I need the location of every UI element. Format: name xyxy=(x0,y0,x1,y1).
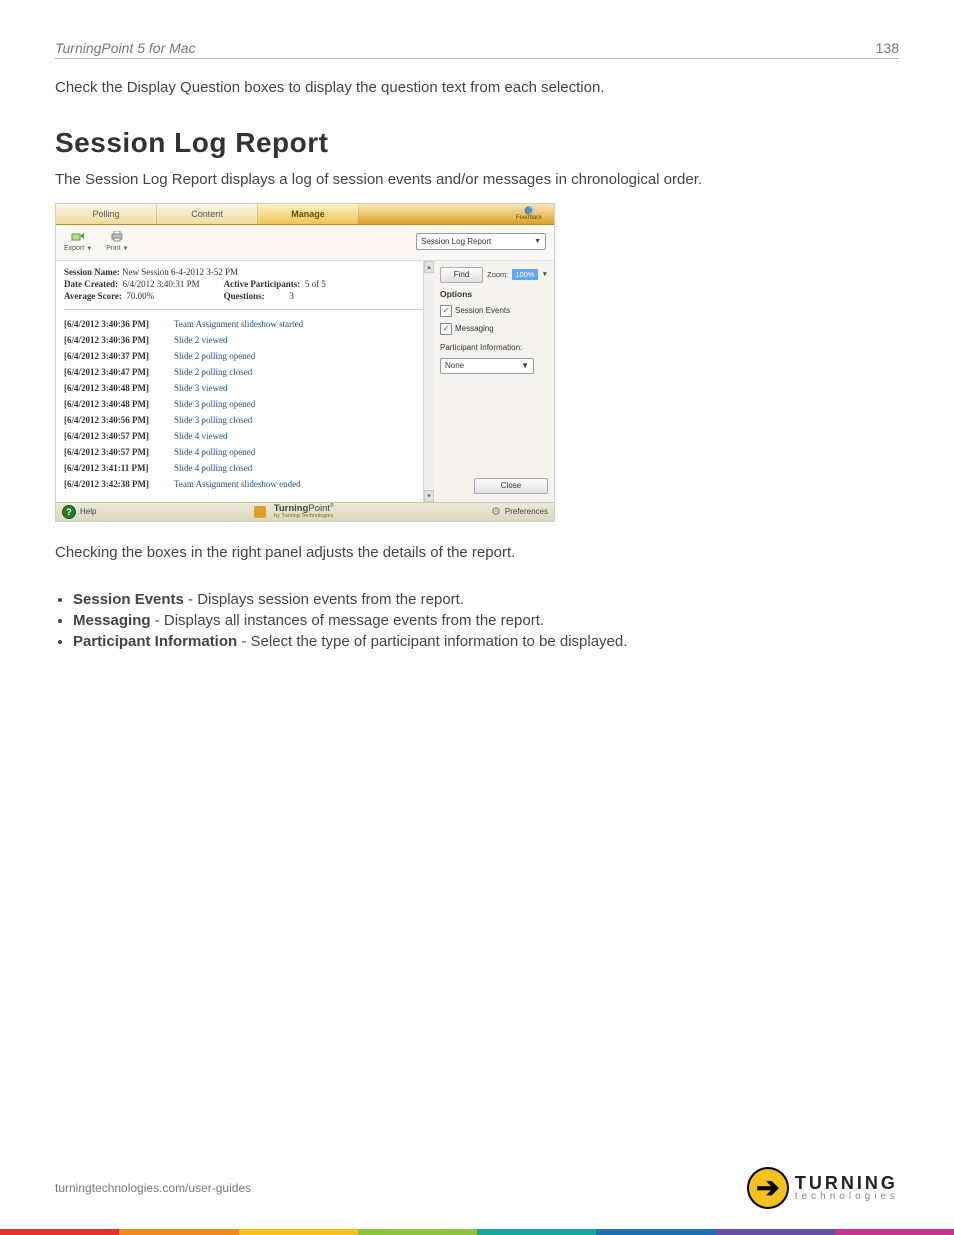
log-timestamp: [6/4/2012 3:40:56 PM] xyxy=(64,415,164,425)
export-icon xyxy=(71,231,85,243)
help-label[interactable]: Help xyxy=(80,507,96,516)
log-row: [6/4/2012 3:40:48 PM] Slide 3 viewed xyxy=(64,380,425,396)
log-timestamp: [6/4/2012 3:40:48 PM] xyxy=(64,383,164,393)
session-log-table: [6/4/2012 3:40:36 PM] Team Assignment sli… xyxy=(64,316,425,492)
log-event: Slide 4 polling closed xyxy=(174,463,252,473)
footer-color-bar xyxy=(0,1229,954,1235)
participant-info-label: Participant Information: xyxy=(440,343,548,352)
log-event: Slide 3 viewed xyxy=(174,383,228,393)
chevron-down-icon: ▼ xyxy=(521,361,529,370)
scroll-up-icon[interactable]: ▴ xyxy=(424,261,434,273)
toolbar: Export▼ Print▼ Session Log Report ▼ xyxy=(56,225,554,261)
globe-icon xyxy=(522,206,536,215)
log-event: Slide 4 polling opened xyxy=(174,447,255,457)
report-main-panel: Session Name: New Session 6-4-2012 3-52 … xyxy=(56,261,434,502)
print-button[interactable]: Print▼ xyxy=(106,231,128,252)
log-event: Slide 2 polling closed xyxy=(174,367,252,377)
session-name-line: Session Name: New Session 6-4-2012 3-52 … xyxy=(64,267,425,277)
messaging-checkbox[interactable]: ✓ xyxy=(440,323,452,335)
log-row: [6/4/2012 3:42:38 PM] Team Assignment sli… xyxy=(64,476,425,492)
footer-url: turningtechnologies.com/user-guides xyxy=(55,1181,251,1195)
footer-logo: ➔ TURNING technologies xyxy=(747,1167,899,1209)
section-description: The Session Log Report displays a log of… xyxy=(55,169,899,191)
help-icon[interactable]: ? xyxy=(62,505,76,519)
zoom-label: Zoom: xyxy=(487,270,508,279)
log-event: Slide 2 viewed xyxy=(174,335,228,345)
export-button[interactable]: Export▼ xyxy=(64,231,92,252)
feedback-button[interactable]: Feedback xyxy=(504,204,554,224)
log-timestamp: [6/4/2012 3:40:36 PM] xyxy=(64,319,164,329)
log-row: [6/4/2012 3:40:36 PM] Team Assignment sli… xyxy=(64,316,425,332)
status-bar: ? Help TurningPoint® by Turning Technolo… xyxy=(56,502,554,521)
intro-paragraph: Check the Display Question boxes to disp… xyxy=(55,77,899,99)
section-heading: Session Log Report xyxy=(55,127,899,159)
log-timestamp: [6/4/2012 3:40:57 PM] xyxy=(64,447,164,457)
log-event: Team Assignment slideshow ended xyxy=(174,479,301,489)
log-event: Slide 3 polling closed xyxy=(174,415,252,425)
log-row: [6/4/2012 3:40:47 PM] Slide 2 polling clo… xyxy=(64,364,425,380)
list-item: Session Events - Displays session events… xyxy=(73,591,899,608)
bullet-desc: - Select the type of participant informa… xyxy=(237,633,627,650)
report-type-dropdown[interactable]: Session Log Report ▼ xyxy=(416,233,546,250)
tab-content[interactable]: Content xyxy=(157,204,258,224)
chevron-down-icon: ▼ xyxy=(123,246,129,252)
options-heading: Options xyxy=(440,289,548,299)
page-number: 138 xyxy=(876,40,899,56)
log-row: [6/4/2012 3:40:36 PM] Slide 2 viewed xyxy=(64,332,425,348)
app-screenshot: Polling Content Manage Feedback Export▼ xyxy=(55,203,555,522)
printer-icon xyxy=(110,231,124,243)
log-event: Slide 4 viewed xyxy=(174,431,228,441)
log-timestamp: [6/4/2012 3:41:11 PM] xyxy=(64,463,164,473)
options-sidebar: Find Zoom: 100% ▼ Options ✓ Session Even… xyxy=(434,261,554,502)
vertical-scrollbar[interactable]: ▴ ▾ xyxy=(423,261,434,502)
chevron-down-icon: ▼ xyxy=(534,238,541,245)
options-bullet-list: Session Events - Displays session events… xyxy=(73,591,899,650)
log-event: Slide 2 polling opened xyxy=(174,351,255,361)
bullet-desc: - Displays all instances of message even… xyxy=(151,612,545,629)
session-events-checkbox-row: ✓ Session Events xyxy=(440,305,548,317)
find-button[interactable]: Find xyxy=(440,267,483,283)
chevron-down-icon: ▼ xyxy=(86,246,92,252)
log-timestamp: [6/4/2012 3:40:57 PM] xyxy=(64,431,164,441)
log-event: Slide 3 polling opened xyxy=(174,399,255,409)
chevron-down-icon[interactable]: ▼ xyxy=(542,271,548,278)
log-row: [6/4/2012 3:40:37 PM] Slide 2 polling ope… xyxy=(64,348,425,364)
bullet-desc: - Displays session events from the repor… xyxy=(184,591,464,608)
after-paragraph: Checking the boxes in the right panel ad… xyxy=(55,542,899,564)
log-row: [6/4/2012 3:40:57 PM] Slide 4 viewed xyxy=(64,428,425,444)
bullet-term: Messaging xyxy=(73,612,151,629)
list-item: Messaging - Displays all instances of me… xyxy=(73,612,899,629)
brand-label: TurningPoint® by Turning Technologies xyxy=(274,504,334,519)
bullet-term: Session Events xyxy=(73,591,184,608)
preferences-link[interactable]: Preferences xyxy=(505,507,548,516)
doc-title: TurningPoint 5 for Mac xyxy=(55,40,196,56)
bullet-term: Participant Information xyxy=(73,633,237,650)
tab-manage[interactable]: Manage xyxy=(258,204,359,224)
gear-icon: ⚙ xyxy=(491,505,501,518)
tab-polling[interactable]: Polling xyxy=(56,204,157,224)
log-timestamp: [6/4/2012 3:40:48 PM] xyxy=(64,399,164,409)
log-event: Team Assignment slideshow started xyxy=(174,319,303,329)
turning-badge-icon: ➔ xyxy=(747,1167,789,1209)
main-tabbar: Polling Content Manage Feedback xyxy=(56,204,554,225)
participant-info-dropdown[interactable]: None ▼ xyxy=(440,358,534,374)
page-footer: turningtechnologies.com/user-guides ➔ TU… xyxy=(55,1167,899,1209)
log-timestamp: [6/4/2012 3:40:47 PM] xyxy=(64,367,164,377)
log-row: [6/4/2012 3:40:56 PM] Slide 3 polling clo… xyxy=(64,412,425,428)
close-button[interactable]: Close xyxy=(474,478,548,494)
list-item: Participant Information - Select the typ… xyxy=(73,633,899,650)
log-timestamp: [6/4/2012 3:40:36 PM] xyxy=(64,335,164,345)
brand-logo-icon xyxy=(254,506,266,518)
log-timestamp: [6/4/2012 3:42:38 PM] xyxy=(64,479,164,489)
zoom-value[interactable]: 100% xyxy=(512,269,537,280)
log-row: [6/4/2012 3:41:11 PM] Slide 4 polling clo… xyxy=(64,460,425,476)
scroll-down-icon[interactable]: ▾ xyxy=(424,490,434,502)
session-events-checkbox[interactable]: ✓ xyxy=(440,305,452,317)
page-header: TurningPoint 5 for Mac 138 xyxy=(55,40,899,59)
log-timestamp: [6/4/2012 3:40:37 PM] xyxy=(64,351,164,361)
log-row: [6/4/2012 3:40:48 PM] Slide 3 polling ope… xyxy=(64,396,425,412)
log-row: [6/4/2012 3:40:57 PM] Slide 4 polling ope… xyxy=(64,444,425,460)
messaging-checkbox-row: ✓ Messaging xyxy=(440,323,548,335)
